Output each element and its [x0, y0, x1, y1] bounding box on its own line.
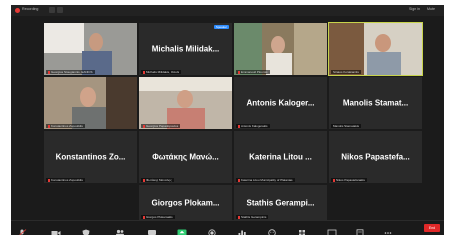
- mic-muted-icon: [238, 215, 240, 219]
- chat-button[interactable]: [147, 224, 157, 235]
- participant-name: Stathis Gerampi...: [246, 198, 315, 207]
- recording-label: Recording: [22, 7, 39, 11]
- participant-video: [44, 77, 137, 129]
- participant-name-label: Manolis Stamatakis: [331, 124, 362, 128]
- more-button[interactable]: [383, 224, 393, 234]
- participant-tile[interactable]: Georgios Stougiannis, EANICS: [44, 23, 137, 75]
- speaker-view-badge[interactable]: Speaker: [213, 25, 229, 29]
- microphone-icon: [19, 229, 27, 235]
- participant-name-label: Konstantinos Zopoulidis: [46, 178, 85, 182]
- mic-muted-icon: [238, 178, 240, 182]
- more-dots-icon: [384, 232, 392, 234]
- participant-video: [329, 23, 422, 75]
- participant-name-label: Giorgos Plokamakis: [141, 215, 175, 219]
- participants-button[interactable]: [115, 224, 125, 235]
- smiley-icon: [268, 229, 276, 235]
- participant-tile[interactable]: Nikos Papastefa... Nikos Papastefanakis: [329, 131, 422, 183]
- participant-name: Michalis Milidak...: [151, 44, 220, 54]
- mic-muted-icon: [48, 70, 50, 74]
- share-screen-button[interactable]: [177, 224, 187, 235]
- participant-name: Manolis Stamat...: [342, 98, 409, 108]
- recording-icon: [15, 8, 20, 13]
- participant-video: [44, 23, 137, 75]
- participant-name-label: Nikos Papastefanakis: [331, 178, 367, 182]
- pause-recording-button[interactable]: [49, 7, 55, 13]
- polls-button[interactable]: [237, 224, 247, 235]
- participant-name-label: Katerina Litou Municipality of Platanias: [236, 178, 295, 182]
- chat-icon: [148, 230, 156, 235]
- participant-tile[interactable]: Georgios Papadopoulos: [139, 77, 232, 129]
- mic-muted-icon: [48, 178, 50, 182]
- mute-button[interactable]: [17, 224, 27, 235]
- mic-muted-icon: [143, 178, 145, 182]
- meeting-toolbar: End: [11, 220, 444, 235]
- participant-name-label: Stratos Korakianitis: [331, 70, 361, 74]
- end-meeting-button[interactable]: End: [424, 224, 440, 232]
- record-icon: [208, 229, 216, 235]
- participant-name: Giorgos Plokam...: [151, 198, 220, 207]
- participant-name-label: Φωτάκης Μανώλης: [141, 178, 174, 182]
- gallery-grid: Georgios Stougiannis, EANICS Speaker Mic…: [11, 16, 444, 221]
- participant-tile[interactable]: Manolis Stamat... Manolis Stamatakis: [329, 77, 422, 129]
- participant-tile[interactable]: Konstantinos Zo... Konstantinos Zopoulid…: [44, 131, 137, 183]
- mic-muted-icon: [143, 124, 145, 128]
- mic-muted-icon: [143, 215, 145, 219]
- participant-tile-active-speaker[interactable]: Stratos Korakianitis: [328, 22, 423, 76]
- participant-name: Katerina Litou ...: [249, 152, 312, 162]
- participant-name-label: Georgios Stougiannis, EANICS: [46, 70, 95, 74]
- mic-muted-icon: [238, 124, 240, 128]
- participant-name-label: Michalis Milidakis, OAuG: [141, 70, 182, 74]
- video-camera-icon: [51, 231, 61, 235]
- notes-button[interactable]: [355, 224, 365, 235]
- mic-muted-icon: [143, 70, 145, 74]
- whiteboard-icon: [327, 229, 337, 235]
- participant-tile[interactable]: Stathis Gerampi... Stathis Gerampinis: [234, 185, 327, 220]
- participant-name-label: Antonis Kalogerakis: [236, 124, 270, 128]
- record-button[interactable]: [207, 224, 217, 235]
- participant-tile[interactable]: Giorgos Plokam... Giorgos Plokamakis: [139, 185, 232, 220]
- participant-name-label: Emmanouil Ploumis: [236, 70, 270, 74]
- participant-tile[interactable]: Katerina Litou ... Katerina Litou Munici…: [234, 131, 327, 183]
- sign-in-label[interactable]: Sign in: [409, 7, 420, 11]
- participant-video: [139, 77, 232, 129]
- mute-label[interactable]: Mute: [427, 7, 435, 11]
- shield-icon: [82, 229, 90, 235]
- participant-tile[interactable]: Emmanouil Ploumis: [234, 23, 327, 75]
- participant-tile[interactable]: Konstantinos Zopoulidis: [44, 77, 137, 129]
- participant-name-label: Konstantinos Zopoulidis: [46, 124, 85, 128]
- participant-video: [234, 23, 327, 75]
- top-bar: Recording Sign in Mute: [11, 5, 444, 16]
- zoom-meeting-window: Recording Sign in Mute Georgios Stougian…: [11, 5, 444, 235]
- participant-name-label: Georgios Papadopoulos: [141, 124, 181, 128]
- share-screen-icon: [177, 229, 187, 235]
- whiteboard-button[interactable]: [327, 224, 337, 235]
- security-button[interactable]: [81, 224, 91, 235]
- participant-name: Φωτάκης Μανώ...: [152, 152, 219, 162]
- mic-muted-icon: [238, 70, 240, 74]
- apps-grid-icon: [299, 230, 305, 235]
- participant-name: Nikos Papastefa...: [341, 152, 410, 162]
- stop-video-button[interactable]: [51, 224, 61, 235]
- reactions-button[interactable]: [267, 224, 277, 235]
- participant-tile[interactable]: Speaker Michalis Milidak... Michalis Mil…: [139, 23, 232, 75]
- participant-tile[interactable]: Antonis Kaloger... Antonis Kalogerakis: [234, 77, 327, 129]
- stop-recording-button[interactable]: [57, 7, 63, 13]
- participant-name-label: Stathis Gerampinis: [236, 215, 269, 219]
- bar-chart-icon: [238, 230, 246, 235]
- participant-tile[interactable]: Φωτάκης Μανώ... Φωτάκης Μανώλης: [139, 131, 232, 183]
- participants-icon: [116, 229, 124, 235]
- participant-name: Antonis Kaloger...: [246, 98, 315, 108]
- apps-button[interactable]: [297, 224, 307, 235]
- participant-name: Konstantinos Zo...: [55, 152, 126, 162]
- notes-icon: [356, 229, 364, 235]
- mic-muted-icon: [333, 178, 335, 182]
- mic-muted-icon: [48, 124, 50, 128]
